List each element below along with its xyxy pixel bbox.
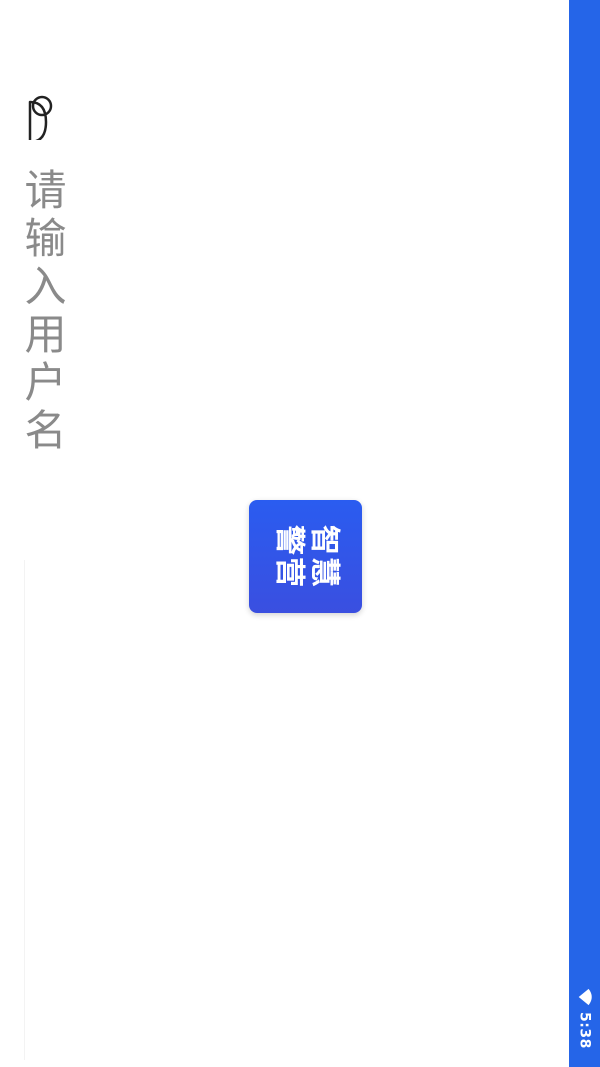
status-bar: 5:38 (569, 0, 600, 1067)
status-time: 5:38 (576, 1012, 593, 1049)
app-logo: 智慧 警营 (249, 500, 362, 613)
divider (24, 560, 25, 1060)
username-input[interactable]: 请输入用户名 (18, 168, 67, 456)
app-screen: 5:38 请输入用户名 智慧 警营 (0, 0, 600, 1067)
logo-line-1: 智慧 (306, 524, 341, 589)
logo-text: 智慧 警营 (271, 524, 342, 589)
status-bar-content: 5:38 (576, 988, 594, 1049)
wifi-icon (578, 989, 592, 1006)
username-field[interactable]: 请输入用户名 (12, 92, 72, 456)
user-icon (28, 95, 53, 140)
logo-line-2: 警营 (271, 524, 307, 589)
